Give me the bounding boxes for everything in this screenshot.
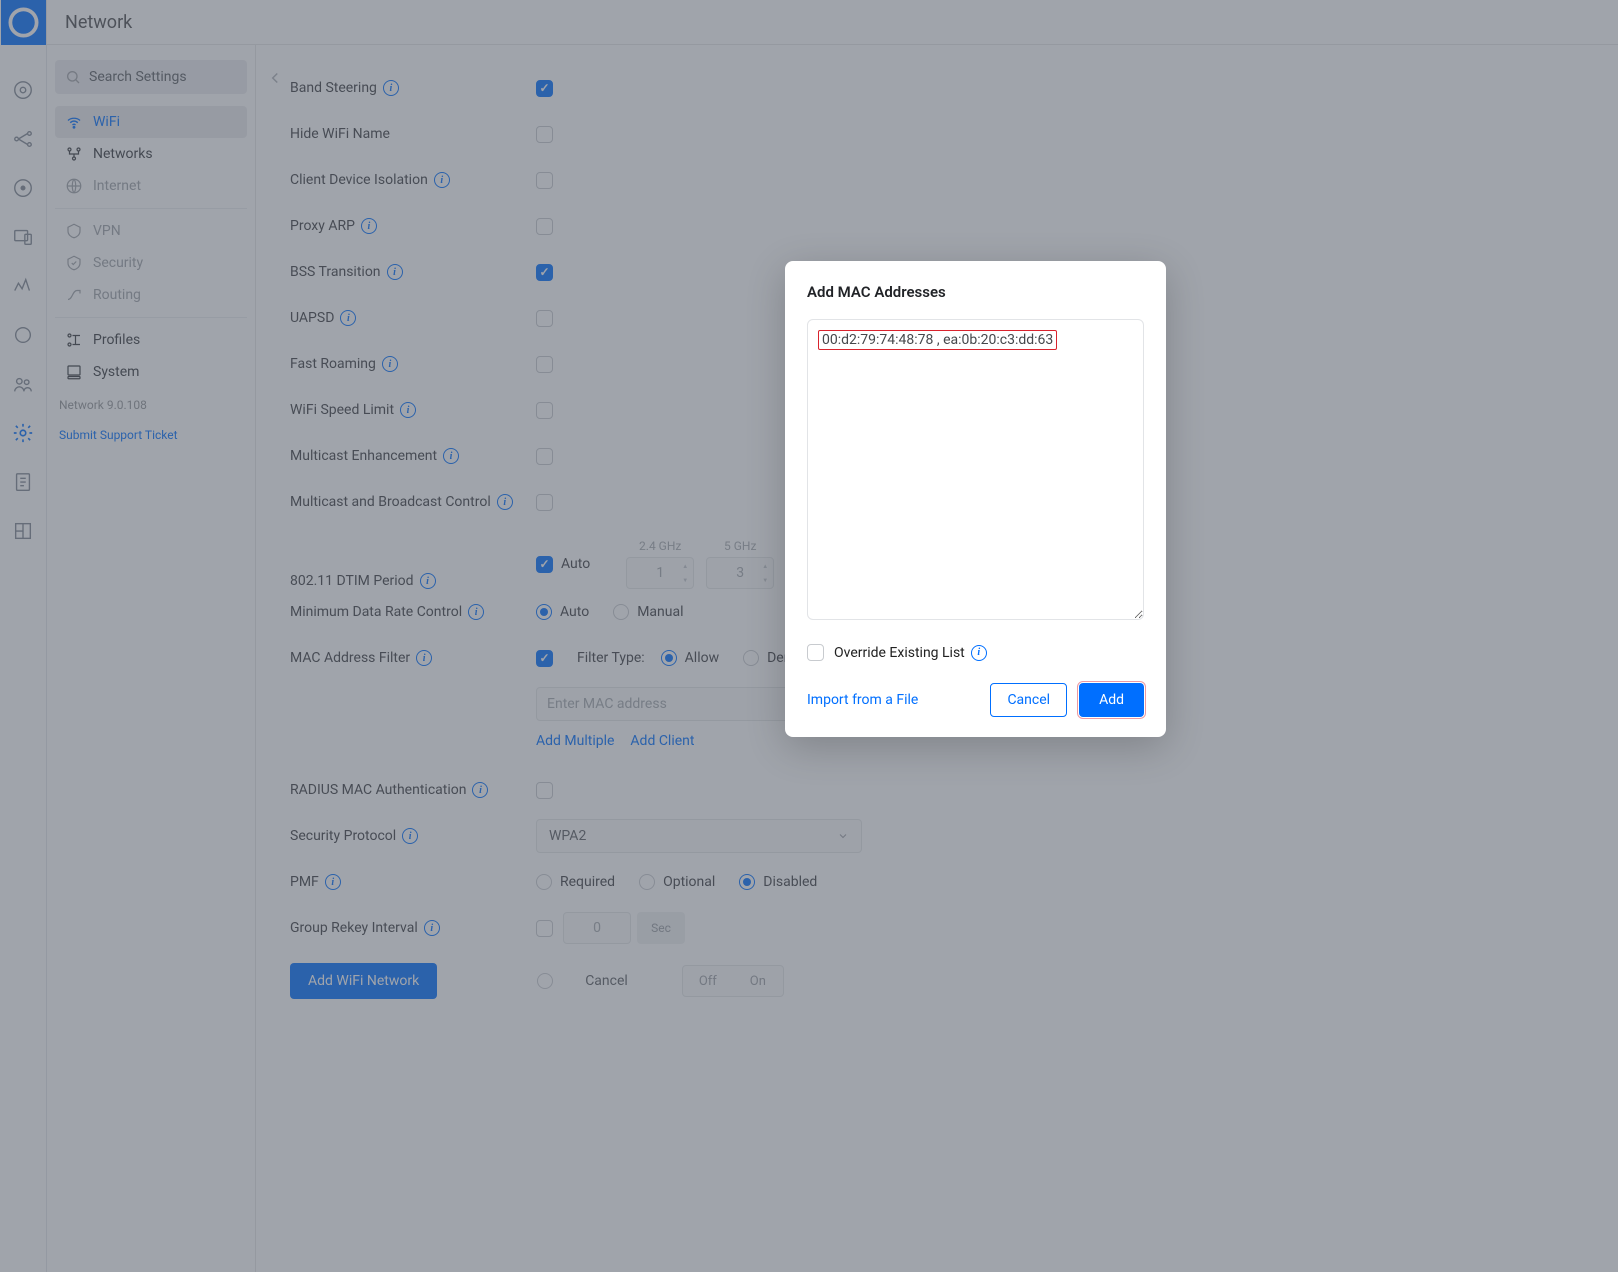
info-icon[interactable]	[971, 645, 987, 661]
modal-overlay[interactable]: Add MAC Addresses 00:d2:79:74:48:78 , ea…	[0, 0, 1618, 1272]
add-mac-modal: Add MAC Addresses 00:d2:79:74:48:78 , ea…	[785, 261, 1166, 737]
label-override-list: Override Existing List	[834, 645, 965, 661]
mac-entry-invalid: 00:d2:79:74:48:78 , ea:0b:20:c3:dd:63	[818, 330, 1057, 350]
import-from-file-link[interactable]: Import from a File	[807, 692, 918, 708]
modal-cancel-button[interactable]: Cancel	[990, 683, 1067, 717]
checkbox-override-list[interactable]	[807, 644, 824, 661]
modal-title: Add MAC Addresses	[807, 283, 1144, 301]
modal-add-button[interactable]: Add	[1079, 683, 1144, 717]
mac-addresses-textarea[interactable]: 00:d2:79:74:48:78 , ea:0b:20:c3:dd:63	[807, 319, 1144, 620]
